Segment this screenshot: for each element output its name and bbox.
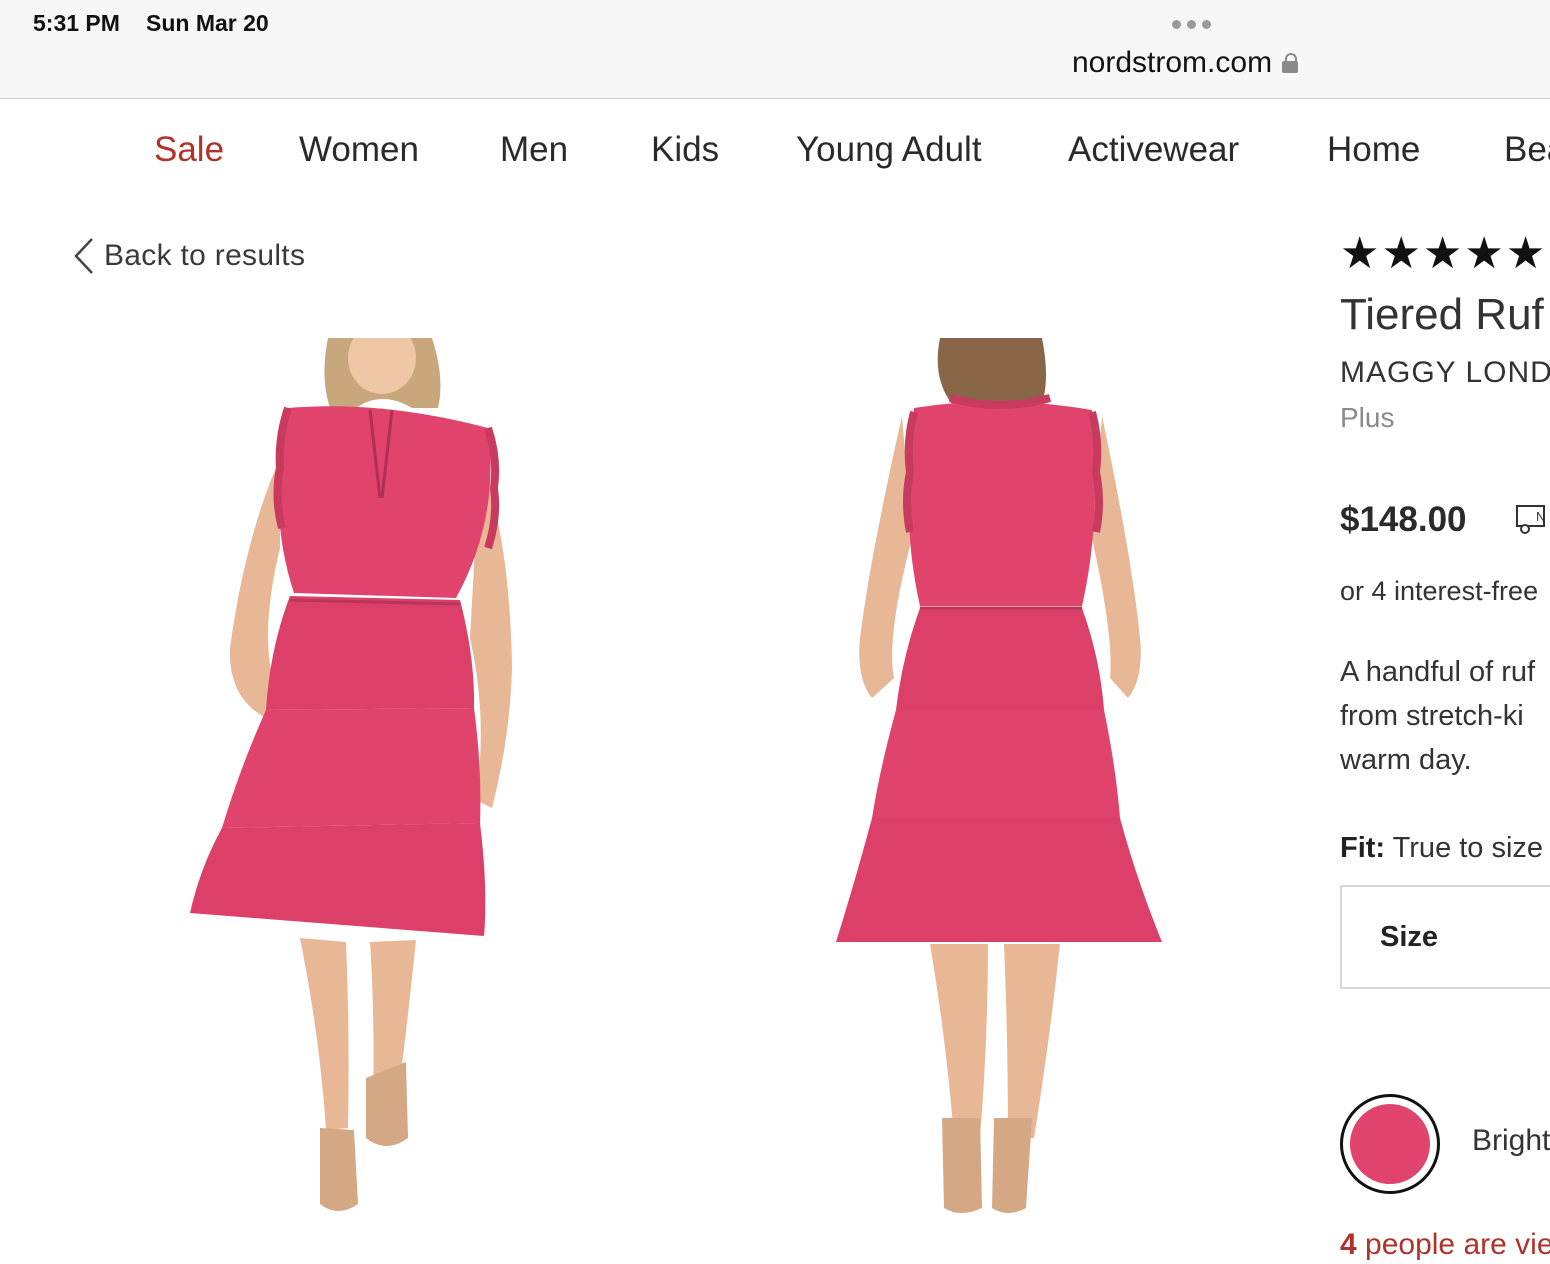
star-icon: ★ (1505, 229, 1546, 278)
description-line: warm day. (1340, 744, 1472, 776)
color-swatch-selected[interactable] (1340, 1094, 1440, 1194)
description-line: from stretch-ki (1340, 700, 1524, 732)
nav-item-sale[interactable]: Sale (154, 130, 224, 170)
rating-stars[interactable]: ★ ★ ★ ★ ★ ( (1340, 232, 1550, 276)
url-field[interactable]: nordstrom.com (1072, 46, 1299, 80)
lock-icon (1282, 53, 1299, 73)
product-fit-type: Plus (1340, 402, 1395, 433)
nav-item-women[interactable]: Women (299, 130, 419, 170)
star-icon: ★ (1381, 229, 1421, 278)
fit-info: Fit: True to size (1340, 832, 1543, 865)
svg-text:N: N (1536, 509, 1545, 524)
nav-item-home[interactable]: Home (1327, 130, 1420, 170)
product-image-back[interactable] (820, 338, 1180, 1228)
more-dots-icon[interactable] (1172, 20, 1211, 29)
product-price: $148.00 (1340, 500, 1467, 539)
status-date: Sun Mar 20 (146, 10, 269, 36)
viewers-count: 4 (1340, 1228, 1357, 1261)
chevron-left-icon (74, 238, 93, 274)
product-title: Tiered Ruf (1340, 290, 1544, 339)
back-label: Back to results (104, 239, 306, 272)
viewers-text: people are vie (1365, 1228, 1550, 1261)
star-icon: ★ (1340, 229, 1380, 278)
nav-item-men[interactable]: Men (500, 130, 568, 170)
shipping-truck-icon: N (1516, 505, 1545, 534)
product-image-front[interactable] (170, 338, 530, 1228)
fit-label: Fit: (1340, 832, 1386, 864)
viewers-notice: 4 people are vie (1340, 1228, 1550, 1262)
category-nav (0, 99, 1550, 205)
swatch-color (1350, 1104, 1430, 1184)
description-line: A handful of ruf (1340, 656, 1536, 688)
url-text: nordstrom.com (1072, 46, 1273, 79)
nav-item-beauty[interactable]: Bea (1504, 130, 1550, 170)
nav-item-activewear[interactable]: Activewear (1068, 130, 1239, 170)
browser-top-bar: 5:31 PM Sun Mar 20 nordstrom.com (0, 0, 1550, 99)
installments-text: or 4 interest-free (1340, 576, 1539, 606)
status-time: 5:31 PM (33, 10, 120, 36)
color-name: Bright (1472, 1124, 1550, 1157)
nav-item-kids[interactable]: Kids (651, 130, 719, 170)
nav-item-young-adult[interactable]: Young Adult (796, 130, 982, 170)
size-select[interactable]: Size (1340, 885, 1550, 989)
product-brand[interactable]: MAGGY LOND (1340, 356, 1550, 390)
size-label: Size (1380, 921, 1439, 953)
star-icon: ★ (1464, 229, 1504, 278)
star-icon: ★ (1422, 229, 1463, 278)
fit-value: True to size (1392, 832, 1544, 864)
back-to-results-link[interactable]: Back to results (72, 236, 305, 276)
product-description: A handful of ruf from stretch-ki warm da… (1340, 650, 1535, 782)
